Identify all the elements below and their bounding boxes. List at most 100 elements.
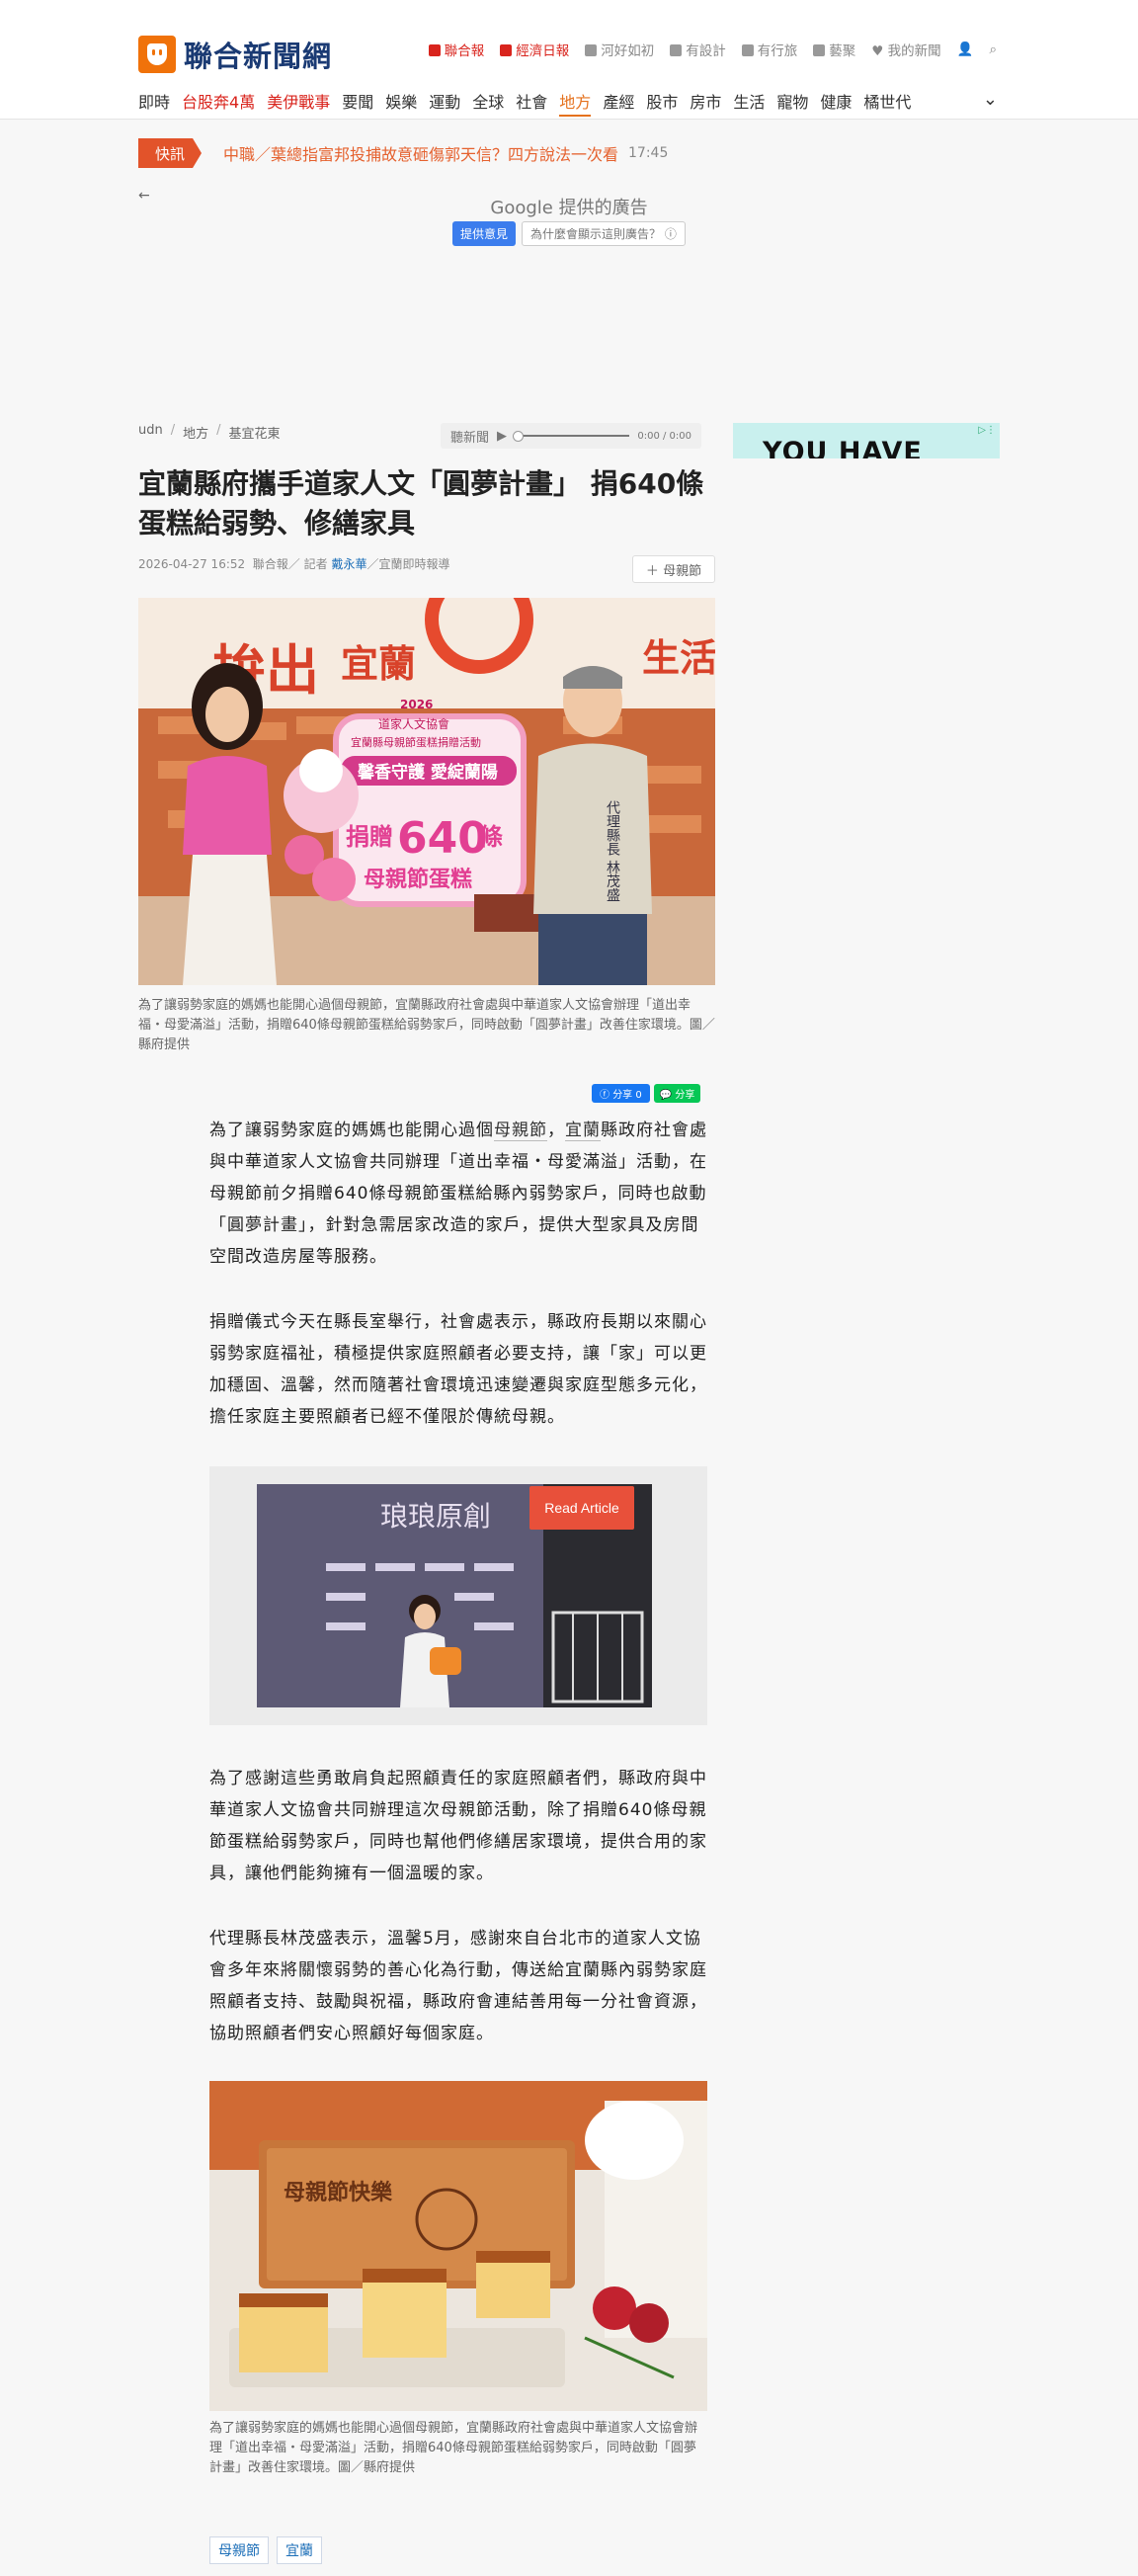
money-paper-icon (500, 44, 513, 56)
board-number: 640 (397, 813, 488, 864)
photo-2-illustration: 母親節快樂 (209, 2081, 707, 2411)
nav-item-entertainment[interactable]: 娛樂 (385, 89, 417, 117)
backdrop-text-right: 生活 (642, 635, 715, 680)
breadcrumb-item-region[interactable]: 基宜花東 (229, 423, 281, 442)
side-ad[interactable]: YOU HAVE ONLY ▷⋮ (733, 423, 1000, 458)
site-name: 聯合新聞網 (184, 40, 333, 73)
main-nav: 即時 台股奔4萬 美伊戰事 要聞 娛樂 運動 全球 社會 地方 產經 股市 房市… (138, 89, 911, 117)
related-article-card[interactable]: 琅琅原創 Read Article (209, 1466, 707, 1725)
line-share-button[interactable]: 💬 分享 (653, 1084, 701, 1103)
board-main-post: 條 (479, 823, 503, 851)
board-year: 2026 (400, 698, 433, 711)
site-logo[interactable]: 聯合新聞網 (138, 34, 332, 75)
breaking-time: 17:45 (628, 145, 669, 161)
nav-item-main[interactable]: 要聞 (342, 89, 373, 117)
util-link-art[interactable]: 藝聚 (813, 40, 855, 59)
nav-item-society[interactable]: 社會 (516, 89, 547, 117)
article-date: 2026-04-27 16:52 (138, 557, 246, 571)
ad-controls: 提供意見 為什麼會顯示這則廣告？ ⓘ (452, 221, 686, 246)
tag-link-mothers-day[interactable]: 母親節 (494, 1121, 547, 1141)
article-photo-2[interactable]: 母親節快樂 (209, 2081, 707, 2411)
breaking-headline[interactable]: 中職／葉總指富邦投捕故意砸傷郭天信？四方說法一次看 (223, 141, 618, 165)
nav-item-pets[interactable]: 寵物 (776, 89, 808, 117)
nav-item-global[interactable]: 全球 (472, 89, 504, 117)
chevron-down-icon[interactable]: ⌄ (983, 89, 998, 110)
nav-item-life[interactable]: 生活 (733, 89, 765, 117)
article-source: 聯合報／ 記者 (252, 557, 328, 571)
article-title: 宜蘭縣府攜手道家人文「圓夢計畫」 捐640條蛋糕給弱勢、修繕家具 (138, 467, 704, 540)
audio-player: 聽新聞 ▶ 0:00 / 0:00 (441, 423, 701, 449)
nav-item-orange[interactable]: 橘世代 (863, 89, 911, 117)
nav-item-war-hot[interactable]: 美伊戰事 (267, 89, 330, 117)
cake-box-text: 母親節快樂 (284, 2180, 393, 2205)
share-buttons: ⓕ 分享 0 💬 分享 (592, 1084, 701, 1103)
design-icon (670, 44, 683, 56)
article-meta: 2026-04-27 16:52 聯合報／ 記者 戴永華／宜蘭即時報導 (138, 555, 449, 572)
util-link-money[interactable]: 經濟日報 (500, 40, 569, 59)
ad-choices-icon[interactable]: ▷⋮ (978, 425, 996, 436)
tag-yilan[interactable]: 宜蘭 (277, 2536, 322, 2564)
board-sub: 母親節蛋糕 (364, 867, 472, 892)
follow-tag-button[interactable]: ＋ 母親節 (632, 555, 715, 583)
facebook-icon: ⓕ (600, 1090, 613, 1101)
art-icon (813, 44, 826, 56)
backdrop-text-mid: 宜蘭 (341, 641, 416, 686)
line-icon: 💬 (659, 1090, 676, 1101)
audio-label: 聽新聞 (450, 430, 490, 446)
audio-time: 0:00 / 0:00 (637, 430, 691, 442)
breadcrumb-item-udn[interactable]: udn (138, 423, 163, 442)
nav-item-instant[interactable]: 即時 (138, 89, 170, 117)
board-event: 宜蘭縣母親節蛋糕捐贈活動 (351, 735, 481, 749)
article-paragraph-1: 為了讓弱勢家庭的媽媽也能開心過個母親節，宜蘭縣政府社會處與中華道家人文協會共同辦… (209, 1121, 707, 1267)
poster-title: 琅琅原創 (380, 1500, 491, 1533)
ad-why-button[interactable]: 為什麼會顯示這則廣告？ ⓘ (522, 221, 686, 246)
photo-2-caption: 為了讓弱勢家庭的媽媽也能開心過個母親節，宜蘭縣政府社會處與中華道家人文協會辦理「… (209, 2421, 698, 2475)
utility-links: 聯合報 經濟日報 河好如初 有設計 有行旅 藝聚 ♥ 我的新聞 👤 ⌕ (428, 40, 997, 59)
util-link-mynews[interactable]: ♥ 我的新聞 (871, 40, 940, 59)
article-paragraph-4: 代理縣長林茂盛表示，溫馨5月，感謝來自台北市的道家人文協會多年來將關懷弱勢的善心… (209, 1929, 707, 2043)
logo-icon (138, 36, 176, 73)
ad-feedback-button[interactable]: 提供意見 (452, 221, 517, 246)
board-main-pre: 捐贈 (346, 823, 393, 851)
cloud-icon (741, 44, 754, 56)
heart-icon: ♥ (871, 43, 888, 59)
util-link-river[interactable]: 河好如初 (585, 40, 654, 59)
user-icon[interactable]: 👤 (957, 42, 974, 57)
article-desk: ／宜蘭即時報導 (366, 557, 450, 571)
util-link-udn[interactable]: 聯合報 (428, 40, 484, 59)
nav-item-housing[interactable]: 房市 (690, 89, 721, 117)
util-link-travel[interactable]: 有行旅 (741, 40, 797, 59)
board-org: 道家人文協會 (378, 716, 449, 731)
nav-item-stocks[interactable]: 股市 (646, 89, 678, 117)
river-icon (585, 44, 598, 56)
tag-mothers-day[interactable]: 母親節 (209, 2536, 269, 2564)
breadcrumb: udn / 地方 / 基宜花東 (138, 423, 281, 442)
udn-paper-icon (428, 44, 441, 56)
reporter-link[interactable]: 戴永華 (331, 557, 366, 571)
photo-1-illustration: 拚出 宜蘭 生活 2026 道家人文協會 宜蘭縣母親節蛋糕捐贈活動 馨香守護 愛… (138, 598, 715, 985)
article-paragraph-2: 捐贈儀式今天在縣長室舉行，社會處表示，縣政府長期以來關心弱勢家庭福祉，積極提供家… (209, 1312, 707, 1427)
nav-item-health[interactable]: 健康 (820, 89, 852, 117)
tag-link-yilan[interactable]: 宜蘭 (565, 1121, 601, 1141)
nav-item-industry[interactable]: 產經 (603, 89, 634, 117)
ad-title: Google 提供的廣告 (490, 198, 648, 218)
board-slogan: 馨香守護 愛綻蘭陽 (357, 762, 498, 783)
breadcrumb-item-local[interactable]: 地方 (183, 423, 208, 442)
nav-item-sports[interactable]: 運動 (429, 89, 460, 117)
breaking-news-bar: 快訊 中職／葉總指富邦投捕故意砸傷郭天信？四方說法一次看 17:45 (138, 138, 668, 168)
article-tags: 母親節 宜蘭 (209, 2536, 322, 2564)
nav-item-stock-hot[interactable]: 台股奔4萬 (182, 89, 255, 117)
facebook-share-button[interactable]: ⓕ 分享 0 (592, 1084, 650, 1103)
audio-progress-slider[interactable] (513, 431, 630, 442)
play-icon[interactable]: ▶ (497, 429, 507, 444)
nav-item-local[interactable]: 地方 (559, 89, 592, 117)
read-article-button[interactable]: Read Article (529, 1486, 634, 1530)
vest-name: 代理縣長 林茂盛 (605, 800, 620, 902)
search-icon[interactable]: ⌕ (989, 42, 997, 57)
article-paragraph-3: 為了感謝這些勇敢肩負起照顧責任的家庭照顧者們，縣政府與中華道家人文協會共同辦理這… (209, 1769, 707, 1883)
plus-icon: ＋ (645, 563, 664, 579)
util-link-design[interactable]: 有設計 (670, 40, 726, 59)
article-photo-1[interactable]: 拚出 宜蘭 生活 2026 道家人文協會 宜蘭縣母親節蛋糕捐贈活動 馨香守護 愛… (138, 598, 715, 985)
side-ad-text: YOU HAVE ONLY (763, 437, 923, 458)
breaking-label: 快訊 (138, 138, 202, 168)
